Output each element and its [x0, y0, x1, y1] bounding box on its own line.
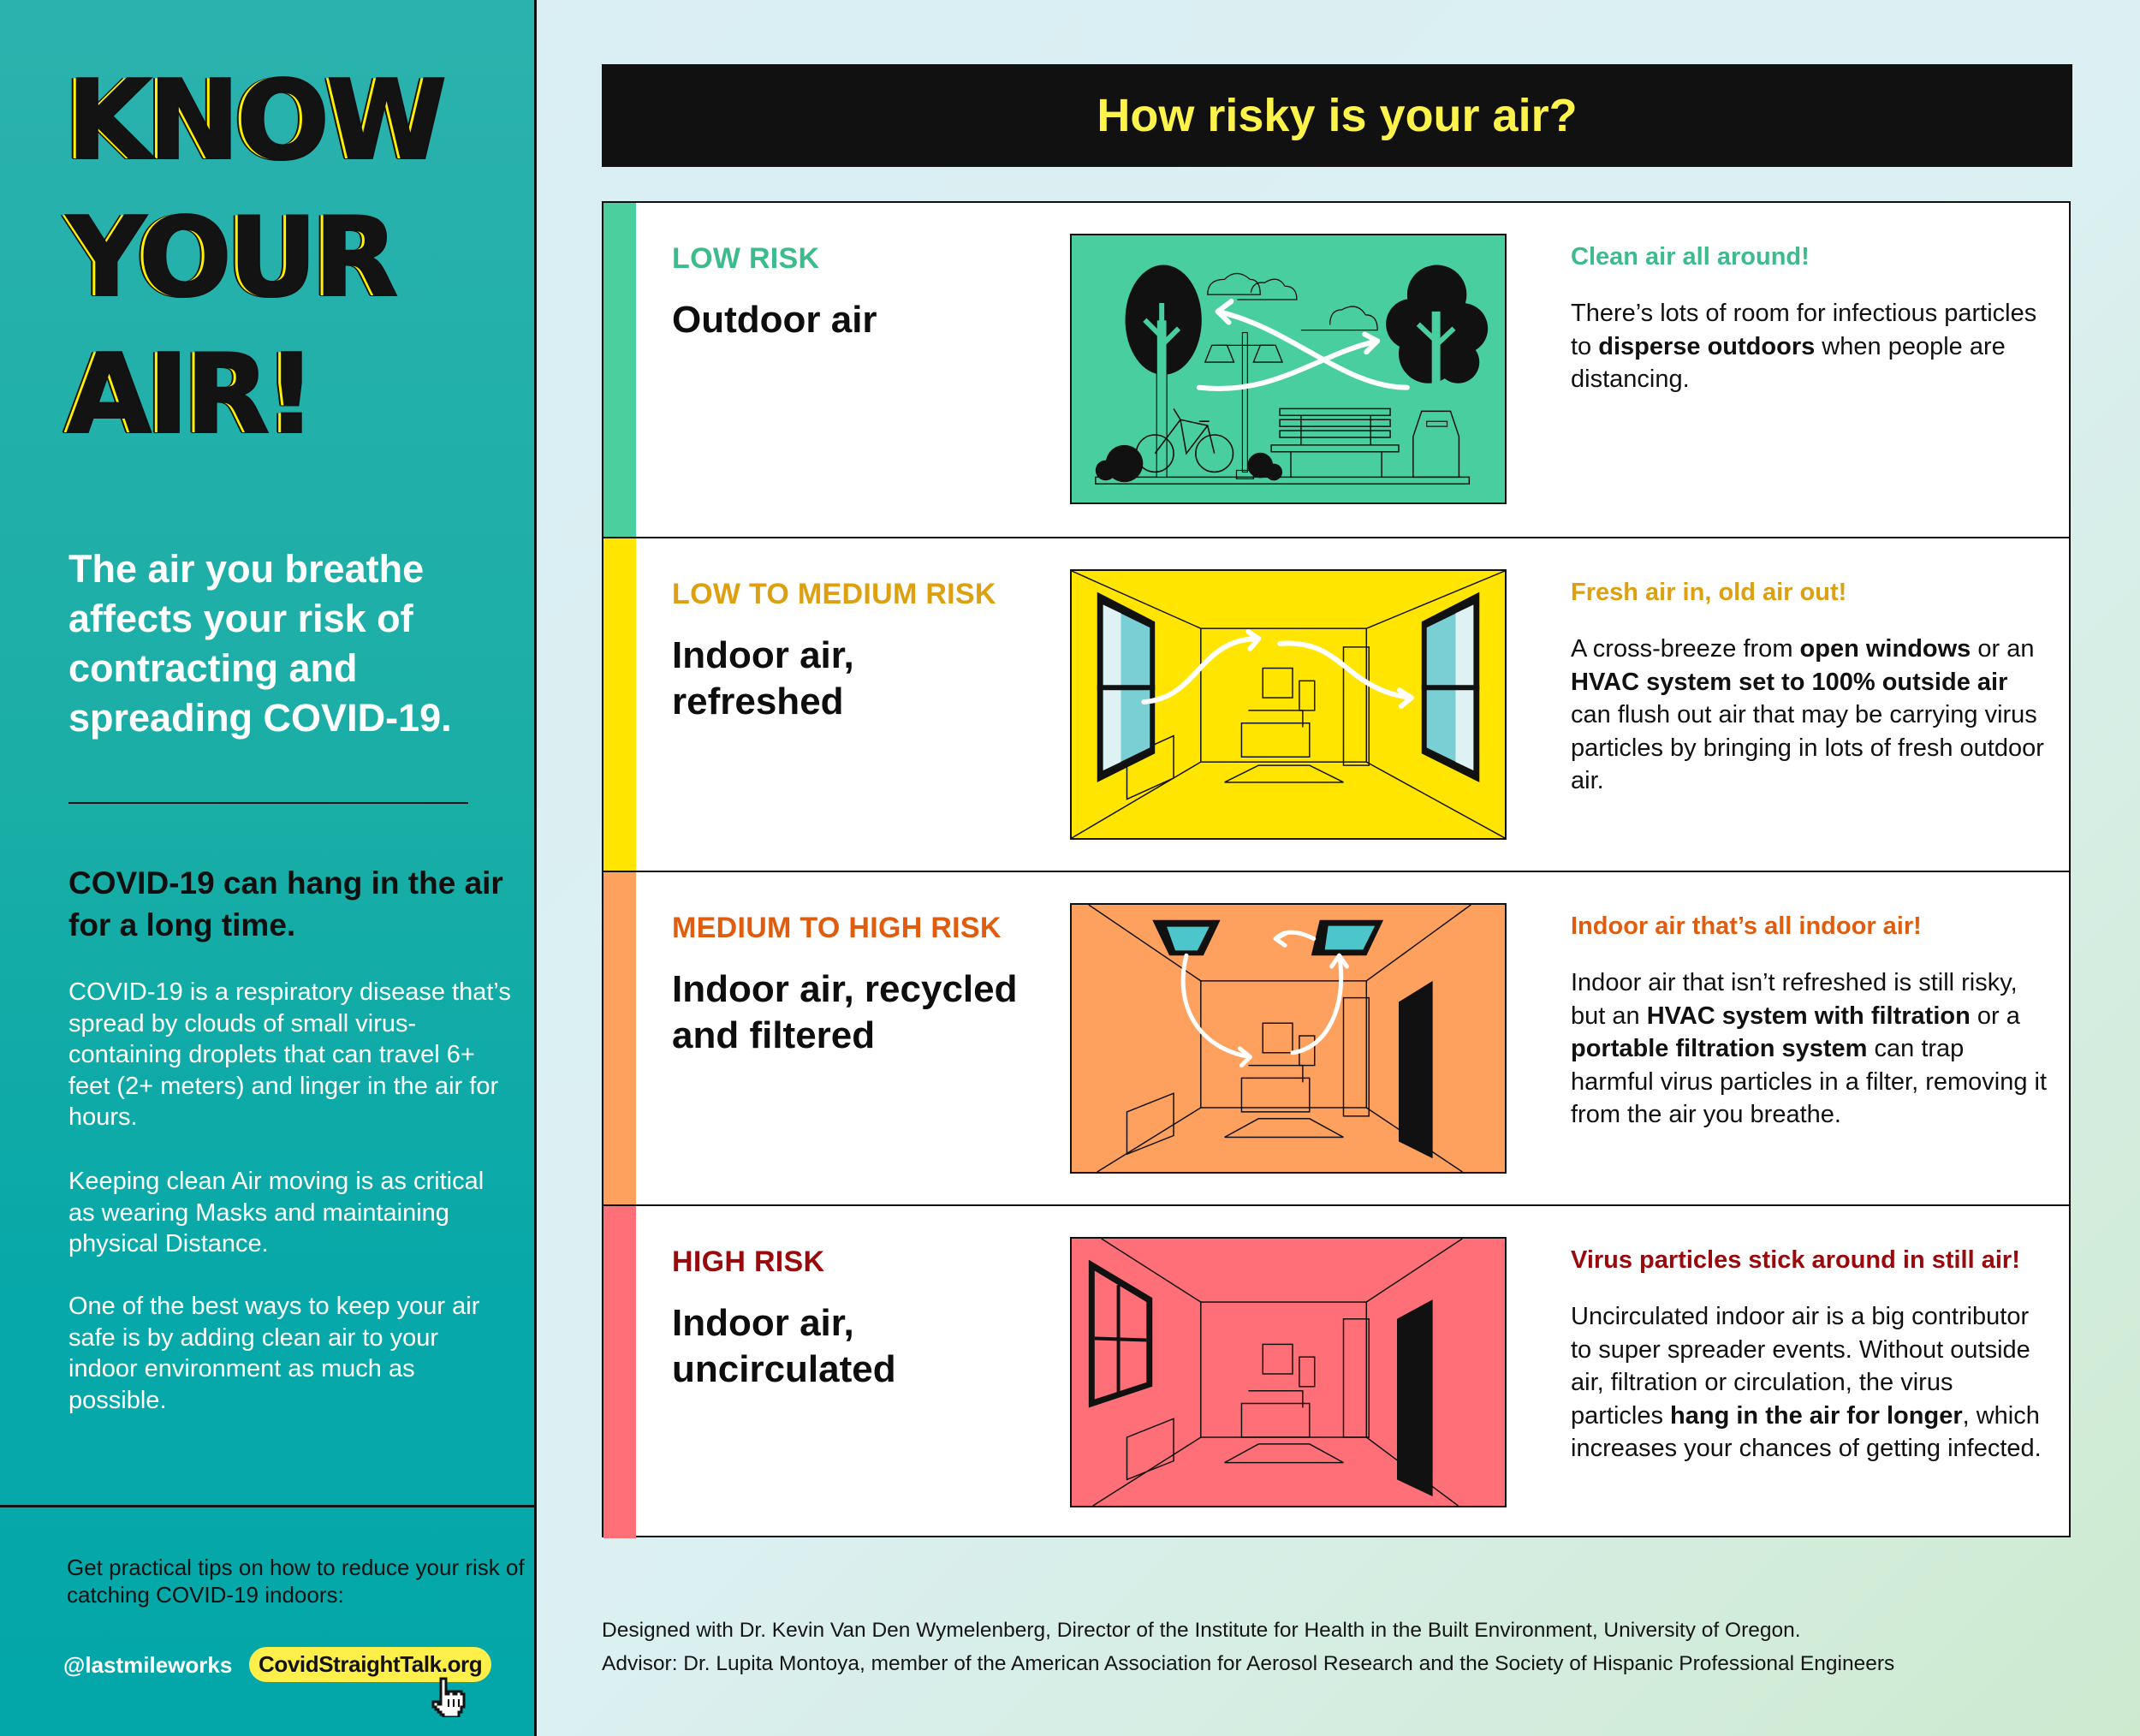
body-paragraph: Keeping clean Air moving is as critical …	[68, 1168, 484, 1257]
risk-level-label: HIGH RISK	[672, 1246, 825, 1278]
tips-text: Get practical tips on how to reduce your…	[67, 1555, 525, 1608]
room-closed-illustration	[1070, 1237, 1507, 1507]
risk-color-strip	[603, 1206, 636, 1538]
risk-level-label: LOW TO MEDIUM RISK	[672, 578, 996, 610]
risk-description: Indoor air that isn’t refreshed is still…	[1571, 966, 2050, 1132]
description-text: A cross-breeze from	[1571, 635, 1800, 663]
description-text: or an	[1971, 635, 2035, 663]
risk-air-type: Indoor air, uncirculated	[672, 1302, 896, 1390]
risk-row-low-medium: LOW TO MEDIUM RISK Indoor air, refreshed	[603, 537, 2069, 871]
page-title: How risky is your air?	[1097, 90, 1578, 141]
social-handle-link[interactable]: @lastmileworks	[63, 1648, 232, 1682]
risk-color-strip	[603, 538, 636, 871]
risk-subheading: Clean air all around!	[1571, 243, 1810, 271]
risk-row-low: LOW RISK Outdoor air Clean air all aroun…	[603, 203, 2069, 537]
risk-description: Uncirculated indoor air is a big contrib…	[1571, 1300, 2050, 1465]
description-text: can flush out air that may be carrying v…	[1571, 701, 2044, 794]
title-line: AIR!	[66, 330, 318, 460]
body-paragraph: COVID-19 is a respiratory disease that’s…	[68, 978, 511, 1131]
divider	[0, 1505, 537, 1507]
risk-color-strip	[603, 872, 636, 1204]
room-hvac-vents-illustration	[1070, 903, 1507, 1174]
credit-line: Advisor: Dr. Lupita Montoya, member of t…	[602, 1652, 1895, 1675]
title-line: KNOW	[66, 56, 448, 186]
risk-table: LOW RISK Outdoor air Clean air all aroun…	[602, 201, 2071, 1538]
risk-air-type: Indoor air, recycled and filtered	[672, 968, 1018, 1056]
divider	[68, 802, 468, 804]
emphasis-text: HVAC system with filtration	[1646, 1002, 1971, 1030]
risk-row-medium-high: MEDIUM TO HIGH RISK Indoor air, recycled…	[603, 871, 2069, 1204]
credits: Designed with Dr. Kevin Van Den Wymelenb…	[602, 1614, 2134, 1680]
hang-heading: COVID-19 can hang in the air for a long …	[68, 865, 503, 942]
room-open-windows-illustration	[1070, 569, 1507, 840]
emphasis-text: hang in the air for longer	[1670, 1401, 1963, 1430]
pointer-hand-icon	[431, 1677, 466, 1717]
sidebar: KNOW YOUR AIR! The air you breathe affec…	[0, 0, 537, 1736]
body-paragraph: One of the best ways to keep your air sa…	[68, 1293, 480, 1414]
know-your-air-title: KNOW YOUR AIR!	[66, 53, 448, 464]
sidebar-subtitle: The air you breathe affects your risk of…	[68, 547, 452, 740]
risk-air-type: Indoor air, refreshed	[672, 634, 854, 722]
risk-level-label: MEDIUM TO HIGH RISK	[672, 912, 1002, 944]
emphasis-text: open windows	[1799, 635, 1971, 663]
emphasis-text: portable filtration system	[1571, 1035, 1868, 1062]
credit-line: Designed with Dr. Kevin Van Den Wymelenb…	[602, 1619, 1801, 1642]
header-bar: How risky is your air?	[602, 64, 2072, 167]
description-text: or a	[1970, 1002, 2020, 1030]
risk-row-high: HIGH RISK Indoor air, uncirculated Virus…	[603, 1204, 2069, 1538]
risk-subheading: Fresh air in, old air out!	[1571, 579, 1847, 606]
risk-description: There’s lots of room for infectious part…	[1571, 297, 2050, 396]
title-line: YOUR	[66, 193, 399, 323]
risk-level-label: LOW RISK	[672, 242, 820, 275]
emphasis-text: HVAC system set to 100% outside air	[1571, 668, 2008, 696]
risk-subheading: Virus particles stick around in still ai…	[1571, 1246, 2020, 1274]
risk-air-type: Outdoor air	[672, 299, 877, 341]
risk-description: A cross-breeze from open windows or an H…	[1571, 633, 2050, 798]
emphasis-text: disperse outdoors	[1598, 332, 1816, 360]
park-scene-illustration	[1070, 234, 1507, 504]
risk-color-strip	[603, 203, 636, 537]
risk-subheading: Indoor air that’s all indoor air!	[1571, 913, 1922, 940]
